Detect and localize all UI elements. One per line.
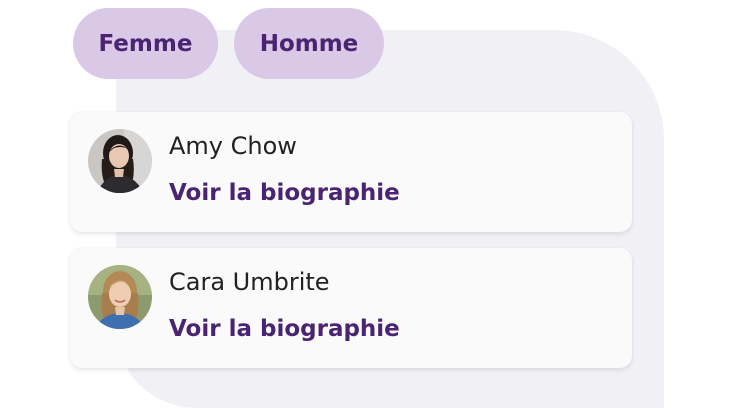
team-widget: Femme Homme Amy Chow Voir la biographie — [0, 0, 736, 408]
person-name: Cara Umbrite — [169, 268, 330, 296]
person-card: Cara Umbrite Voir la biographie — [70, 248, 632, 368]
filter-femme-button[interactable]: Femme — [73, 8, 218, 79]
avatar — [88, 265, 152, 329]
filter-homme-label: Homme — [259, 30, 359, 57]
filter-homme-button[interactable]: Homme — [234, 8, 384, 79]
view-biography-link[interactable]: Voir la biographie — [169, 180, 400, 206]
avatar — [88, 129, 152, 193]
filter-femme-label: Femme — [98, 30, 193, 57]
view-biography-link[interactable]: Voir la biographie — [169, 316, 400, 342]
person-card: Amy Chow Voir la biographie — [70, 112, 632, 232]
person-photo-icon — [88, 265, 152, 329]
person-name: Amy Chow — [169, 132, 297, 160]
person-photo-icon — [88, 129, 152, 193]
